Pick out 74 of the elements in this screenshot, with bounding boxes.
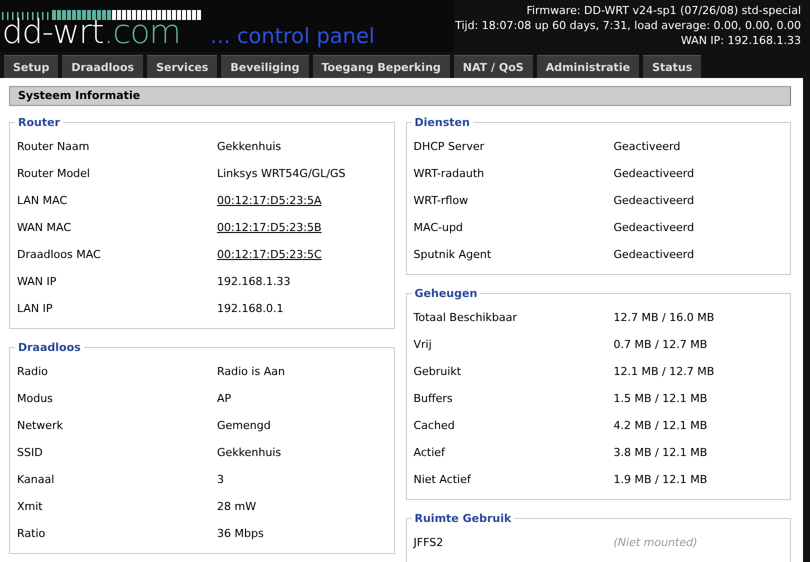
- row-label: WAN IP: [17, 275, 58, 288]
- panel-legend: Geheugen: [412, 287, 480, 300]
- row-value: 12.1 MB / 12.7 MB: [614, 365, 714, 378]
- panel-legend: Ruimte Gebruik: [412, 512, 514, 525]
- wan-ip-text: WAN IP: 192.168.1.33: [680, 33, 801, 48]
- row-value: 4.2 MB / 12.1 MB: [614, 419, 708, 432]
- row-label: Xmit: [17, 500, 44, 513]
- row-value: AP: [217, 392, 232, 405]
- row-value: Gedeactiveerd: [614, 248, 694, 261]
- row-value: Gedeactiveerd: [614, 221, 694, 234]
- row-label: Vrij: [414, 338, 433, 351]
- row-label: WRT-radauth: [414, 167, 486, 180]
- row-value: Gedeactiveerd: [614, 167, 694, 180]
- row-value: Gedeactiveerd: [614, 194, 694, 207]
- row-value: 3.8 MB / 12.1 MB: [614, 446, 708, 459]
- tagline: ... control panel: [210, 24, 375, 48]
- row-value: 3: [217, 473, 224, 486]
- row-value: (Niet mounted): [614, 536, 698, 549]
- row-label: LAN MAC: [17, 194, 68, 207]
- row-label: LAN IP: [17, 302, 54, 315]
- value-link[interactable]: 00:12:17:D5:23:5B: [217, 221, 322, 234]
- row-label: Modus: [17, 392, 54, 405]
- firmware-text: Firmware: DD-WRT v24-sp1 (07/26/08) std-special: [526, 3, 801, 18]
- row-value: 1.9 MB / 12.1 MB: [614, 473, 708, 486]
- nav-tab[interactable]: Setup: [4, 55, 58, 78]
- row-label: Draadloos MAC: [17, 248, 102, 261]
- row-value: Radio is Aan: [217, 365, 285, 378]
- row-value: Gemengd: [217, 419, 271, 432]
- row-label: Kanaal: [17, 473, 56, 486]
- row-label: WRT-rflow: [414, 194, 470, 207]
- value-link[interactable]: 00:12:17:D5:23:5C: [217, 248, 322, 261]
- row-label: Sputnik Agent: [414, 248, 492, 261]
- row-value: Linksys WRT54G/GL/GS: [217, 167, 346, 180]
- row-value: 0.7 MB / 12.7 MB: [614, 338, 708, 351]
- nav-tab[interactable]: Status: [643, 55, 702, 78]
- nav-tab[interactable]: NAT / QoS: [454, 55, 533, 78]
- value-link[interactable]: 00:12:17:D5:23:5A: [217, 194, 322, 207]
- row-label: MAC-upd: [414, 221, 464, 234]
- row-value: 36 Mbps: [217, 527, 264, 540]
- logo-text: dd-wrt: [2, 12, 104, 51]
- nav-tab[interactable]: Administratie: [536, 55, 640, 78]
- row-label: SSID: [17, 446, 44, 459]
- row-label: Actief: [414, 446, 446, 459]
- row-value: Geactiveerd: [614, 140, 680, 153]
- row-value: Gekkenhuis: [217, 140, 282, 153]
- row-value: 12.7 MB / 16.0 MB: [614, 311, 714, 324]
- row-label: WAN MAC: [17, 221, 72, 234]
- row-label: Router Model: [17, 167, 91, 180]
- row-label: JFFS2: [414, 536, 444, 549]
- nav-tab[interactable]: Draadloos: [62, 55, 144, 78]
- row-value: Gekkenhuis: [217, 446, 282, 459]
- row-label: Buffers: [414, 392, 454, 405]
- logo-suffix: .com: [103, 12, 180, 51]
- panel-legend: Diensten: [412, 116, 473, 129]
- row-value: 1.5 MB / 12.1 MB: [614, 392, 708, 405]
- nav-tab[interactable]: Toegang Beperking: [312, 55, 450, 78]
- row-label: DHCP Server: [414, 140, 486, 153]
- row-label: Niet Actief: [414, 473, 472, 486]
- row-value: 28 mW: [217, 500, 256, 513]
- page-title: Systeem Informatie: [9, 86, 791, 106]
- row-label: Radio: [17, 365, 49, 378]
- row-label: Totaal Beschikbaar: [414, 311, 518, 324]
- row-label: Cached: [414, 419, 456, 432]
- nav-tab[interactable]: Beveiliging: [221, 55, 308, 78]
- panel-legend: Router: [15, 116, 64, 129]
- row-label: Gebruikt: [414, 365, 462, 378]
- panel-legend: Draadloos: [15, 341, 84, 354]
- row-label: Ratio: [17, 527, 46, 540]
- row-label: Netwerk: [17, 419, 64, 432]
- row-value: 192.168.1.33: [217, 275, 290, 288]
- row-value: 192.168.0.1: [217, 302, 284, 315]
- uptime-text: Tijd: 18:07:08 up 60 days, 7:31, load average: 0.00, 0.00, 0.00: [455, 18, 801, 33]
- nav-tab[interactable]: Services: [147, 55, 218, 78]
- row-label: Router Naam: [17, 140, 90, 153]
